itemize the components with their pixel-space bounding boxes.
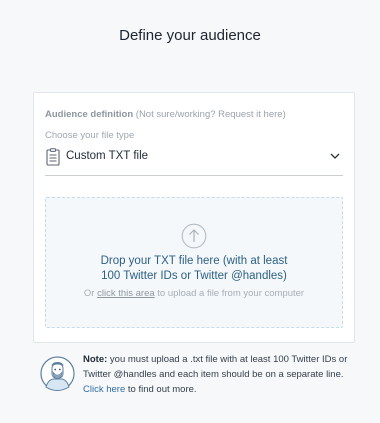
file-type-value: Custom TXT file (66, 150, 149, 162)
chevron-down-icon (330, 153, 340, 159)
upload-dropzone[interactable]: Drop your TXT file here (with at least 1… (45, 197, 343, 328)
note-text: Note: you must upload a .txt file with a… (83, 352, 358, 397)
audience-card: Audience definition (Not sure/working? R… (33, 92, 355, 343)
dropzone-subtext: Or click this area to upload a file from… (46, 288, 342, 299)
dropzone-line-2: 100 Twitter IDs or Twitter @handles) (101, 270, 287, 282)
audience-definition-label: Audience definition (45, 109, 134, 120)
note-link-suffix: to find out more. (125, 384, 197, 395)
page-title: Define your audience (119, 27, 261, 44)
dropzone-line-1: Drop your TXT file here (with at least (100, 255, 288, 267)
click-this-area-link[interactable]: click this area (97, 288, 155, 299)
dropzone-instructions: Drop your TXT file here (with at least 1… (46, 254, 342, 284)
note-section: Note: you must upload a .txt file with a… (40, 352, 360, 402)
dropzone-sub-prefix: Or (83, 288, 98, 299)
note-body: you must upload a .txt file with at leas… (83, 354, 348, 380)
dropzone-sub-suffix: to upload a file from your computer (154, 288, 305, 299)
file-type-select[interactable]: Custom TXT file (45, 146, 343, 176)
upload-arrow-icon (181, 223, 207, 249)
request-it-link[interactable]: (Not sure/working? Request it here) (136, 109, 286, 120)
avatar-icon (40, 356, 75, 391)
note-label: Note: (83, 354, 108, 365)
audience-definition-line: Audience definition (Not sure/working? R… (45, 109, 286, 120)
file-type-label: Choose your file type (45, 130, 135, 141)
click-here-link[interactable]: Click here (83, 384, 125, 395)
file-list-icon (46, 148, 60, 166)
